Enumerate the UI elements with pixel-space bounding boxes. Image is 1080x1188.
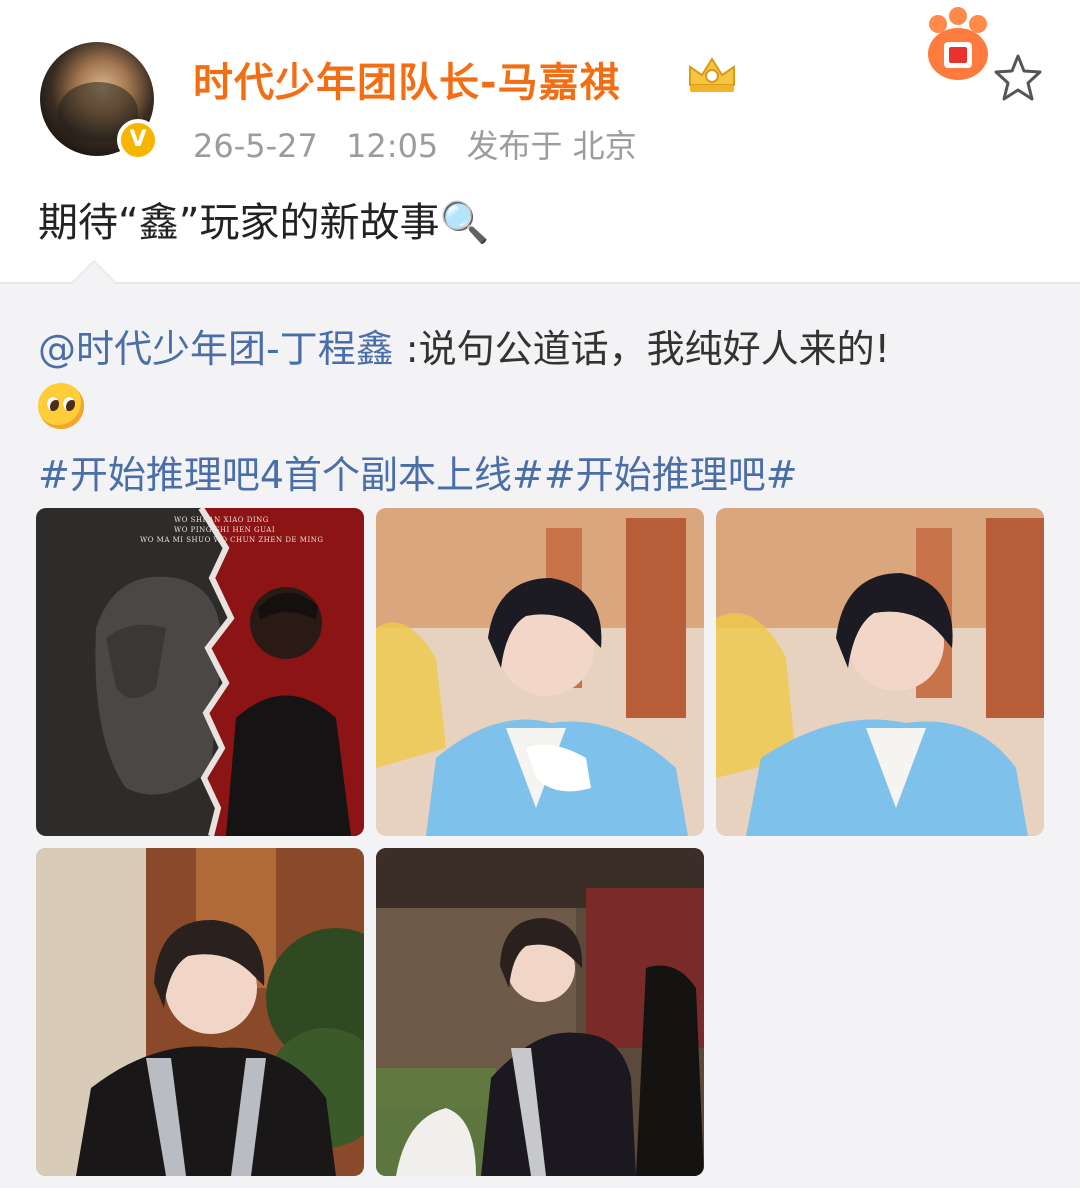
photo-2-image [376,508,704,836]
post-meta: 26-5-27 12:05 发布于 北京 [193,121,655,167]
poster-line-1: WO SHI AN XIAO DING [174,516,269,524]
promo-badge[interactable]: 虎气来了 [834,6,994,86]
post-username[interactable]: 时代少年团队长-马嘉祺 [193,50,621,108]
pleading-face-emoji [38,383,84,429]
hashtag-link[interactable]: #开始推理吧# [544,453,798,497]
crown-icon [689,57,735,92]
repost-text: @时代少年团-丁程鑫 :说句公道话，我纯好人来的! [38,318,890,373]
photo-3-image [716,508,1044,836]
photo-thumbnail-5[interactable] [376,848,704,1176]
photo-5-image [376,848,704,1176]
star-outline-icon[interactable] [990,50,1046,106]
photo-thumbnail-3[interactable] [716,508,1044,836]
hashtags: #开始推理吧4首个副本上线##开始推理吧# [38,444,798,499]
photo-thumbnail-1[interactable]: WO SHI AN XIAO DING WO PING SHI HEN GUAI… [36,508,364,836]
hashtag-link[interactable]: #开始推理吧4首个副本上线# [38,453,544,497]
repost-caret [70,260,118,284]
photo-1-image: WO SHI AN XIAO DING WO PING SHI HEN GUAI… [36,508,364,836]
mention-link[interactable]: @时代少年团-丁程鑫 [38,327,394,371]
post-location: 发布于 北京 [466,127,637,165]
repost-body: :说句公道话，我纯好人来的! [393,327,890,371]
poster-line-2: WO PING SHI HEN GUAI [174,526,275,534]
verified-badge-icon: V [117,119,159,161]
post-time: 12:05 [346,127,439,165]
post-text: 期待“鑫”玩家的新故事🔍 [38,200,490,246]
promo-badge-text: 虎气来了 [837,26,924,61]
poster-line-3: WO MA MI SHUO WO CHUN ZHEN DE MING [140,536,323,544]
post-date: 26-5-27 [193,127,318,165]
post-header: V 时代少年团队长-马嘉祺 26-5-27 12:05 发布于 北京 虎气来了 … [0,0,1080,282]
photo-4-image [36,848,364,1176]
photo-thumbnail-4[interactable] [36,848,364,1176]
photo-thumbnail-2[interactable] [376,508,704,836]
